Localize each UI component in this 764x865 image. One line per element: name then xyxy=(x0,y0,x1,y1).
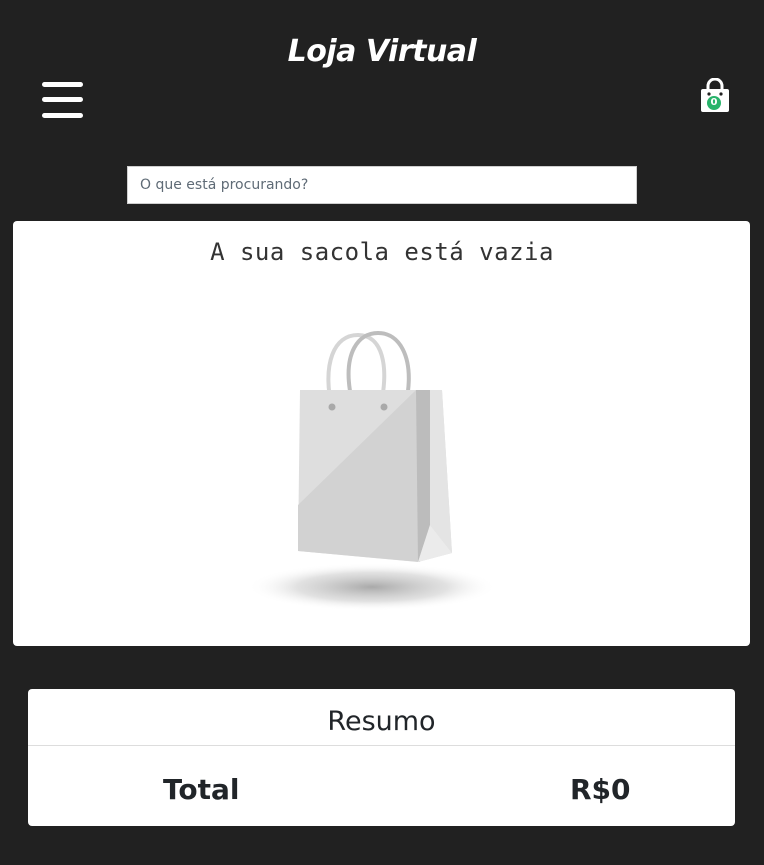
summary-card: Resumo Total R$0 xyxy=(28,689,735,826)
menu-bar-top xyxy=(42,82,83,87)
cart-button[interactable]: 0 xyxy=(698,77,732,114)
total-label: Total xyxy=(163,773,240,806)
store-page: Loja Virtual 0 A sua sacola está vazia xyxy=(0,0,764,865)
menu-bar-bottom xyxy=(42,113,83,118)
menu-bar-middle xyxy=(42,97,83,102)
store-title: Loja Virtual xyxy=(287,34,477,69)
total-value: R$0 xyxy=(570,773,631,806)
search-input[interactable] xyxy=(127,166,637,204)
summary-title: Resumo xyxy=(28,689,735,746)
cart-count-badge: 0 xyxy=(707,96,721,110)
menu-button[interactable] xyxy=(42,80,84,122)
empty-shopping-bag-illustration xyxy=(250,330,497,611)
empty-bag-message: A sua sacola está vazia xyxy=(210,238,554,266)
